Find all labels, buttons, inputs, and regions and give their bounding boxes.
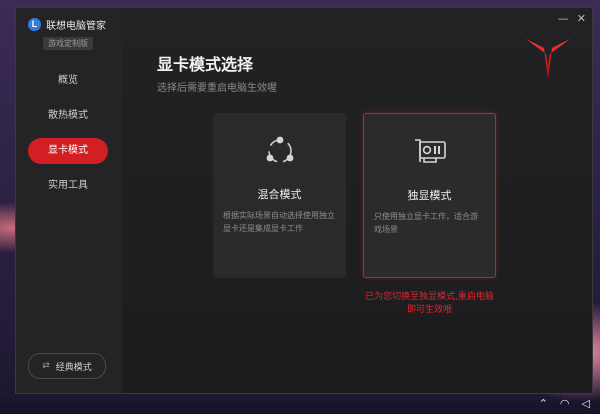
window-controls: — ✕ [558, 13, 586, 25]
volume-icon[interactable]: ◁ [582, 397, 590, 410]
page-title: 显卡模式选择 [157, 55, 254, 74]
page-subtitle: 选择后需要重启电脑生效喔 [157, 83, 277, 94]
main-panel: — ✕ 显卡模式选择 选择后需要重启电脑生效喔 混合模式 根据实际场景自动选择使… [122, 8, 592, 393]
share-nodes-icon [266, 136, 293, 163]
app-header: L 联想电脑管家 [28, 17, 106, 32]
discrete-mode-title: 独显模式 [407, 189, 452, 202]
lenovo-logo-icon: L [28, 18, 41, 31]
sidebar-item-graphics-mode[interactable]: 显卡模式 [28, 138, 108, 164]
discrete-mode-desc: 只使用独立显卡工作，适合游戏场景 [374, 212, 478, 234]
discrete-mode-card[interactable]: 独显模式 只使用独立显卡工作，适合游戏场景 [363, 113, 496, 278]
system-tray: ⌃ ◠ ◁ [539, 397, 590, 410]
sidebar: L 联想电脑管家 游戏定制版 概览 散热模式 显卡模式 实用工具 ⇄ 经典模式 [16, 8, 123, 393]
graphics-card-icon [414, 139, 446, 163]
taskbar: ⌃ ◠ ◁ [0, 394, 600, 414]
switch-notice: 已为您切换至独显模式,重启电脑即可生效哦 [365, 292, 494, 315]
mixed-mode-desc: 根据实际场景自动选择使用独立显卡还是集成显卡工作 [223, 211, 335, 233]
minimize-button[interactable]: — [558, 13, 569, 25]
mixed-mode-title: 混合模式 [257, 188, 302, 201]
classic-mode-label: 经典模式 [55, 362, 92, 373]
up-arrow-icon[interactable]: ⌃ [539, 397, 548, 410]
swap-icon: ⇄ [42, 361, 50, 371]
wifi-icon[interactable]: ◠ [560, 397, 570, 410]
app-window: L 联想电脑管家 游戏定制版 概览 散热模式 显卡模式 实用工具 ⇄ 经典模式 … [15, 7, 593, 394]
app-name: 联想电脑管家 [46, 21, 106, 32]
mixed-mode-card[interactable]: 混合模式 根据实际场景自动选择使用独立显卡还是集成显卡工作 [213, 113, 346, 278]
sidebar-item-overview[interactable]: 概览 [28, 68, 108, 94]
sidebar-item-cooling-mode[interactable]: 散热模式 [28, 103, 108, 129]
edition-badge: 游戏定制版 [43, 37, 93, 50]
legion-logo-icon [526, 39, 570, 80]
sidebar-item-utilities[interactable]: 实用工具 [28, 173, 108, 199]
close-button[interactable]: ✕ [577, 13, 586, 25]
classic-mode-button[interactable]: ⇄ 经典模式 [28, 353, 106, 379]
